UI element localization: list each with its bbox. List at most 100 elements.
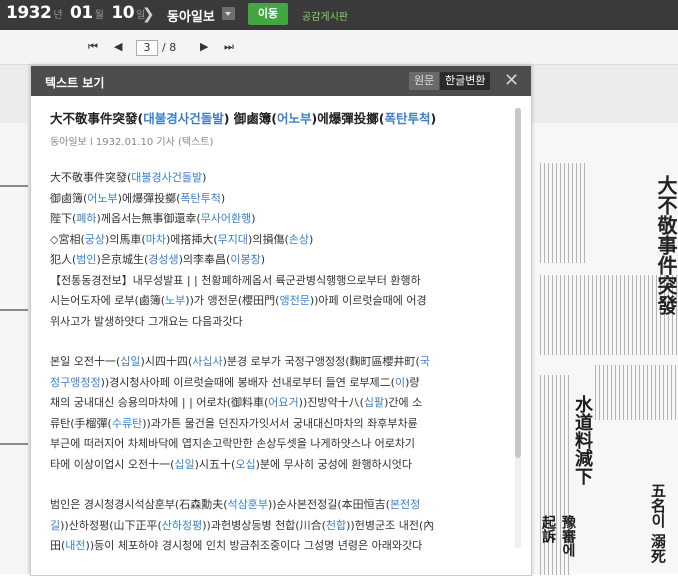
tab-original[interactable]: 원문 xyxy=(409,72,440,90)
text-segment: )은京城生( xyxy=(96,253,149,266)
last-page-icon[interactable]: ⏭ xyxy=(224,40,234,54)
text-segment: 채의 궁내대신 승용의마차에 | | 어로차(御料車( xyxy=(50,396,269,409)
hangul-reading: 경성생 xyxy=(148,253,179,266)
text-segment: ))아페 이르럿슬때에 어경 xyxy=(309,294,427,307)
newspaper-headline: 大不敬事件突發 xyxy=(654,175,678,315)
article-line: 본일 오전十一(십일)시四十四(사십사)분경 로부가 국정구앵정정(麴町區櫻井町… xyxy=(50,352,512,373)
hangul-reading: 오십 xyxy=(235,457,256,471)
article-paragraph-2: 본일 오전十一(십일)시四十四(사십사)분경 로부가 국정구앵정정(麴町區櫻井町… xyxy=(50,352,512,475)
text-segment: )의損傷( xyxy=(248,232,289,246)
text-segment: )시五十( xyxy=(194,457,236,471)
newspaper-headline-2: 水道料減下 xyxy=(572,395,593,485)
article-line: 【전통동경전보】내무성발표 | | 천황폐하께옵서 륙군관병식행행으로부터 환행… xyxy=(50,271,512,292)
article-line: 시는어도자에 로부(鹵簿(노부))가 앵전문(櫻田門(앵전문))아페 이르럿슬때… xyxy=(50,291,512,312)
go-button[interactable]: 이동 xyxy=(248,3,288,25)
article-line: ◇宮相(궁상)의馬車(마차)에搭揷大(무지대)의損傷(손상) xyxy=(50,230,512,251)
hangul-reading: 산하정평 xyxy=(161,518,203,532)
hangul-reading: 무지대 xyxy=(217,232,249,246)
year[interactable]: 1932 xyxy=(6,3,52,23)
text-segment: )의李奉昌( xyxy=(178,253,231,266)
hangul-reading: 손상 xyxy=(288,232,309,246)
text-segment: ) xyxy=(202,171,207,184)
first-page-icon[interactable]: ⏮ xyxy=(88,40,98,54)
hangul-reading: 폭탄투척 xyxy=(384,111,431,126)
text-segment: 류탄(手榴彈( xyxy=(50,416,112,430)
text-segment: 【전통동경전보】내무성발표 | | 천황폐하께옵서 륙군관병식행행으로부터 환행… xyxy=(50,273,421,287)
article-line: 채의 궁내대신 승용의마차에 | | 어로차(御料車(어요거))진방약十八(십팔… xyxy=(50,393,512,414)
text-segment: ) xyxy=(220,191,226,205)
text-segment: ) xyxy=(251,212,256,225)
close-icon[interactable]: ✕ xyxy=(504,70,519,91)
hangul-reading: 대불경사건돌발 xyxy=(143,111,224,126)
article-line: 범인은 경시청경시석삼훈부(石森勳夫(석삼훈부))순사본전정길(本田恒吉(본전정 xyxy=(50,495,512,516)
text-segment: )분에 무사히 궁성에 환행하시엇다 xyxy=(255,457,413,471)
hangul-reading: 이봉창 xyxy=(230,253,261,266)
hangul-reading: 범인 xyxy=(76,253,97,266)
tab-korean-convert[interactable]: 한글변환 xyxy=(440,72,491,90)
hangul-reading: 천합 xyxy=(325,518,347,532)
text-segment: 御鹵簿( xyxy=(50,191,88,205)
hangul-reading: 마차 xyxy=(145,232,166,246)
text-segment: ))등이 체포하야 경시청에 인치 방금취조중이다 그성명 년령은 아래와갓다 xyxy=(85,539,423,552)
newspaper-left-edge xyxy=(0,123,28,574)
text-segment: ))가 앵전문(櫻田門( xyxy=(185,294,280,307)
hangul-reading: 어노부 xyxy=(277,111,312,126)
month[interactable]: 01 xyxy=(70,3,93,23)
board-link[interactable]: 공감게시판 xyxy=(302,8,348,23)
hangul-reading: 폐하 xyxy=(76,212,97,225)
newspaper-select[interactable]: 동아일보 xyxy=(167,6,215,25)
hangul-reading: 본전정 xyxy=(389,498,421,511)
text-segment: )에爆彈投擲( xyxy=(117,191,181,205)
day[interactable]: 10 xyxy=(111,3,134,23)
text-segment: 田( xyxy=(50,539,66,552)
top-bar: 1932 년 01 월 10 일 ❯ 동아일보 이동 공감게시판 xyxy=(0,0,678,30)
text-segment: ))과가튼 물건을 던진자가잇서서 궁내대신마차의 좌후부차륜 xyxy=(142,416,418,430)
scrollbar[interactable] xyxy=(515,108,521,548)
panel-header: 텍스트 보기 원문 한글변환 ✕ xyxy=(31,66,531,96)
article-line: 田(내전))등이 체포하야 경시청에 인치 방금취조중이다 그성명 년령은 아래… xyxy=(50,536,512,557)
page-total: / 8 xyxy=(162,41,177,54)
text-segment: )께옵서는無事御還幸( xyxy=(96,212,201,225)
text-segment: )에爆彈投擲( xyxy=(311,111,385,126)
hangul-reading: 내전 xyxy=(65,539,86,552)
article-content: 大不敬事件突發(대불경사건돌발) 御鹵簿(어노부)에爆彈投擲(폭탄투척) 동아일… xyxy=(50,108,512,575)
article-line: 大不敬事件突發(대불경사건돌발) xyxy=(50,168,512,189)
text-segment: ))경시청사아페 이르럿슬때에 봉배자 선내로부터 들연 로부제二( xyxy=(100,375,395,389)
text-segment: ))헌병군조 내전(內 xyxy=(346,518,435,532)
text-view-panel: 텍스트 보기 원문 한글변환 ✕ 大不敬事件突發(대불경사건돌발) 御鹵簿(어노… xyxy=(30,65,532,576)
scrollbar-thumb[interactable] xyxy=(515,108,521,458)
text-segment: 부근에 떠러지어 차체바닥에 엽지손고락만한 손상두셋을 나게하얏스나 어로차기 xyxy=(50,437,416,450)
date-display: 1932 년 01 월 10 일 xyxy=(6,3,145,23)
article-line: 정구앵정정))경시청사아페 이르럿슬때에 봉배자 선내로부터 들연 로부제二(이… xyxy=(50,373,512,394)
text-segment: 陛下( xyxy=(50,212,77,225)
prev-page-icon[interactable]: ◀ xyxy=(114,40,122,53)
hangul-reading: 앵전문 xyxy=(279,294,310,307)
text-segment: ◇宮相( xyxy=(50,232,85,246)
pagination-bar: ⏮ ◀ 3 / 8 ▶ ⏭ xyxy=(0,30,678,65)
text-segment: 범인은 경시청경시석삼훈부(石森勳夫( xyxy=(50,498,228,511)
text-segment: )분경 로부가 국정구앵정정(麴町區櫻井町( xyxy=(222,355,420,368)
text-segment: 타에 이상이업시 오전十一( xyxy=(50,457,175,471)
article-paragraph-3: 범인은 경시청경시석삼훈부(石森勳夫(석삼훈부))순사본전정길(本田恒吉(본전정… xyxy=(50,495,512,557)
hangul-reading: 폭탄투척 xyxy=(180,191,221,205)
dropdown-icon[interactable] xyxy=(222,7,235,20)
page-input[interactable]: 3 xyxy=(136,40,158,56)
hangul-reading: 정구앵정정 xyxy=(50,375,101,389)
article-meta: 동아일보 l 1932.01.10 기사 (텍스트) xyxy=(50,137,214,148)
text-segment: )의馬車( xyxy=(105,232,146,246)
text-segment: )시四十四( xyxy=(140,355,193,368)
next-page-icon[interactable]: ▶ xyxy=(200,40,208,53)
text-segment: 犯人( xyxy=(50,253,77,266)
text-segment: ))순사본전정길(本田恒吉( xyxy=(268,498,390,511)
text-segment: ) xyxy=(260,253,265,266)
newspaper-headline-3: 五名이 溺死 xyxy=(649,483,667,564)
hangul-reading: 길 xyxy=(50,518,61,532)
hangul-reading: 어노부 xyxy=(87,191,118,205)
hangul-reading: 십팔 xyxy=(363,396,385,409)
article-line: 御鹵簿(어노부)에爆彈投擲(폭탄투척) xyxy=(50,189,512,210)
hangul-reading: 노부 xyxy=(165,294,186,307)
hangul-reading: 이 xyxy=(394,375,406,389)
article-line: 犯人(범인)은京城生(경성생)의李奉昌(이봉창) xyxy=(50,250,512,271)
text-segment: )간에 소 xyxy=(384,396,423,409)
hangul-reading: 국 xyxy=(419,355,430,368)
